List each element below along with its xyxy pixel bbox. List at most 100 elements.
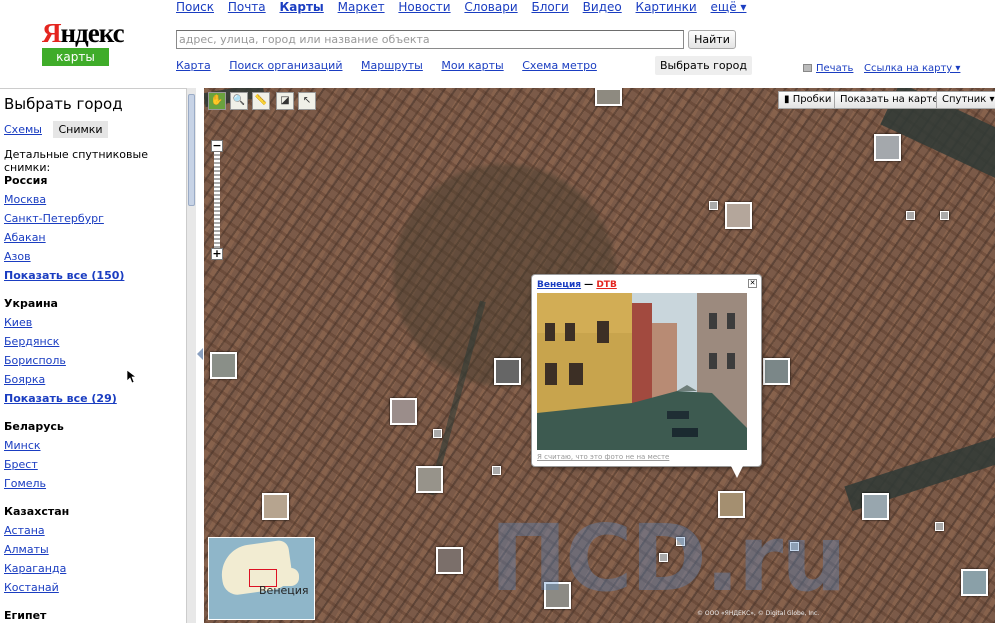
choose-city-button[interactable]: Выбрать город	[655, 56, 752, 75]
zoom-in-button[interactable]: +	[211, 248, 223, 260]
traffic-label: Пробки	[792, 94, 832, 105]
feedback-tool-icon[interactable]: ↖	[298, 92, 316, 110]
tab-schemes[interactable]: Схемы	[4, 123, 42, 136]
photo-marker[interactable]	[595, 88, 622, 106]
service-video[interactable]: Видео	[583, 0, 622, 14]
photo-marker[interactable]	[763, 358, 790, 385]
map-copyright: © ООО «ЯНДЕКС», © Digital Globe, Inc.	[697, 610, 820, 617]
photo-marker[interactable]	[210, 352, 237, 379]
map-link[interactable]: Ссылка на карту ▾	[864, 63, 960, 74]
service-blogs[interactable]: Блоги	[531, 0, 568, 14]
sidebar: Выбрать город Схемы Снимки Детальные спу…	[0, 88, 196, 623]
photo-marker[interactable]	[725, 202, 752, 229]
popup-pointer	[731, 466, 743, 478]
photo-marker[interactable]	[390, 398, 417, 425]
placemark-tool-icon[interactable]: ◪	[276, 92, 294, 110]
small-photo-marker[interactable]	[709, 201, 718, 210]
tab-photos[interactable]: Снимки	[53, 121, 108, 138]
city-link[interactable]: Абакан	[4, 231, 184, 250]
popup-separator: —	[581, 280, 597, 290]
logo-sub-label: карты	[42, 48, 109, 66]
city-link[interactable]: Москва	[4, 193, 184, 212]
service-market[interactable]: Маркет	[338, 0, 385, 14]
popup-author-link[interactable]: DTB	[596, 280, 616, 290]
city-link[interactable]: Гомель	[4, 477, 184, 496]
subnav-metro[interactable]: Схема метро	[522, 59, 597, 72]
photo-marker[interactable]	[874, 134, 901, 161]
photo-marker[interactable]	[262, 493, 289, 520]
subnav-my-maps[interactable]: Мои карты	[441, 59, 503, 72]
header: Яндекс карты Поиск Почта Карты Маркет Но…	[0, 0, 995, 88]
search-input[interactable]: адрес, улица, город или название объекта	[176, 30, 684, 49]
traffic-icon: ▮	[784, 94, 793, 105]
hand-tool-icon[interactable]: ✋	[208, 92, 226, 110]
city-link[interactable]: Алматы	[4, 543, 184, 562]
service-dictionaries[interactable]: Словари	[464, 0, 517, 14]
service-mail[interactable]: Почта	[228, 0, 266, 14]
overview-minimap[interactable]: Венеция	[208, 537, 315, 620]
city-link[interactable]: Борисполь	[4, 354, 184, 373]
print-label: Печать	[816, 63, 854, 74]
show-all-link[interactable]: Показать все (29)	[4, 392, 184, 419]
city-link[interactable]: Бердянск	[4, 335, 184, 354]
city-link[interactable]: Минск	[4, 439, 184, 458]
small-photo-marker[interactable]	[935, 522, 944, 531]
country-heading: Казахстан	[4, 505, 70, 518]
city-link[interactable]: Костанай	[4, 581, 184, 600]
sidebar-scrollbar[interactable]	[186, 88, 196, 623]
photo-marker[interactable]	[494, 358, 521, 385]
watermark-logo: ПСD.ru	[490, 505, 847, 612]
small-photo-marker[interactable]	[906, 211, 915, 220]
photo-marker[interactable]	[416, 466, 443, 493]
show-all-link[interactable]: Показать все (150)	[4, 269, 184, 296]
sidebar-description: Детальные спутниковые снимки:	[4, 148, 148, 174]
show-on-map-label: Показать на карте	[840, 94, 939, 105]
photo-marker[interactable]	[961, 569, 988, 596]
venice-canal-photo	[537, 293, 747, 450]
show-on-map-dropdown[interactable]: Показать на карте ▾	[834, 91, 953, 109]
print-link[interactable]: Печать	[803, 63, 853, 74]
popup-title: Венеция — DTB	[537, 280, 617, 290]
photo-marker[interactable]	[436, 547, 463, 574]
small-photo-marker[interactable]	[433, 429, 442, 438]
city-link[interactable]: Астана	[4, 524, 184, 543]
ruler-tool-icon[interactable]: 📏	[252, 92, 270, 110]
photo-marker[interactable]	[862, 493, 889, 520]
subnav-org-search[interactable]: Поиск организаций	[229, 59, 342, 72]
subnav-map[interactable]: Карта	[176, 59, 211, 72]
small-photo-marker[interactable]	[492, 466, 501, 475]
search-button[interactable]: Найти	[688, 30, 736, 49]
zoom-track[interactable]	[214, 152, 220, 248]
zoom-tool-icon[interactable]: 🔍	[230, 92, 248, 110]
service-maps[interactable]: Карты	[279, 0, 323, 14]
country-heading: Украина	[4, 297, 58, 310]
close-icon[interactable]: ✕	[748, 279, 757, 288]
zoom-out-button[interactable]: −	[211, 140, 223, 152]
city-link[interactable]: Санкт-Петербург	[4, 212, 184, 231]
small-photo-marker[interactable]	[940, 211, 949, 220]
services-nav: Поиск Почта Карты Маркет Новости Словари…	[176, 0, 756, 16]
map-type-dropdown[interactable]: Спутник ▾	[936, 91, 995, 109]
service-news[interactable]: Новости	[398, 0, 450, 14]
city-link[interactable]: Азов	[4, 250, 184, 269]
city-link[interactable]: Брест	[4, 458, 184, 477]
service-more[interactable]: ещё ▾	[711, 0, 747, 14]
maps-subnav: Карта Поиск организаций Маршруты Мои кар…	[176, 59, 612, 72]
photo-popup: Венеция — DTB ✕ Я считаю, что это фото н…	[531, 274, 762, 467]
traffic-button[interactable]: ▮ Пробки	[778, 91, 838, 109]
city-link[interactable]: Караганда	[4, 562, 184, 581]
sidebar-tabs: Схемы Снимки	[4, 121, 108, 138]
service-images[interactable]: Картинки	[636, 0, 697, 14]
report-photo-link[interactable]: Я считаю, что это фото не на месте	[537, 453, 669, 461]
popup-photo[interactable]	[537, 293, 747, 450]
yandex-logo[interactable]: Яндекс карты	[42, 18, 125, 66]
popup-location-link[interactable]: Венеция	[537, 280, 581, 290]
subnav-routes[interactable]: Маршруты	[361, 59, 423, 72]
zoom-slider[interactable]: − +	[211, 140, 223, 266]
minimap-city-label: Венеция	[259, 584, 309, 597]
city-link[interactable]: Киев	[4, 316, 184, 335]
city-link[interactable]: Боярка	[4, 373, 184, 392]
collapse-sidebar-icon[interactable]	[197, 348, 203, 360]
scrollbar-thumb[interactable]	[188, 94, 195, 206]
service-search[interactable]: Поиск	[176, 0, 214, 14]
